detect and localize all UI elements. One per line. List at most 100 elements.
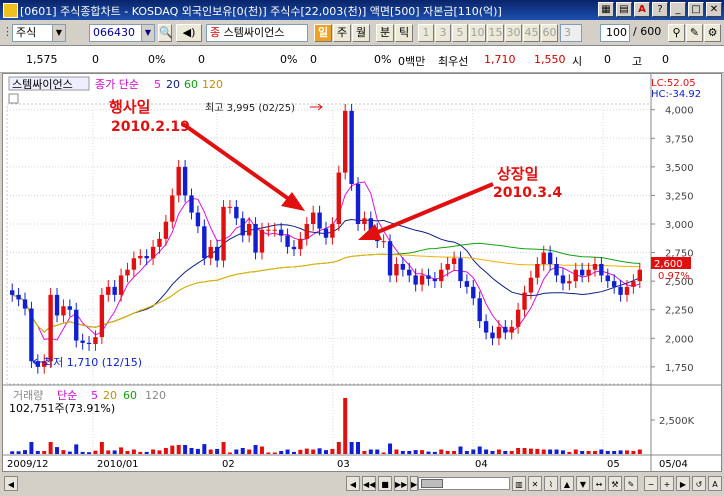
event2-title: 상장일 — [497, 165, 538, 183]
candle-body — [560, 275, 566, 284]
bar-chart-icon[interactable]: ▥ — [512, 476, 526, 491]
candle-body — [547, 252, 553, 264]
x-label-04: 04 — [475, 459, 488, 470]
count-input[interactable]: 100 — [600, 24, 630, 42]
candle-body — [355, 184, 361, 224]
code-input[interactable]: 066430 ▼ — [89, 24, 155, 42]
scroll-thumb[interactable] — [421, 479, 443, 488]
volume-bar — [618, 450, 623, 454]
minute-45-button[interactable]: 45 — [523, 24, 540, 42]
draw-icon[interactable]: ✎ — [624, 476, 638, 491]
period-minute-button[interactable]: 분 — [376, 24, 394, 42]
candle-body — [29, 308, 34, 362]
candle-body — [624, 286, 630, 295]
candle-body — [330, 224, 335, 238]
volume-bar — [119, 447, 124, 454]
window-controls: ▦ ▤ A ? _ □ ✕ — [598, 2, 722, 17]
volume-bar — [304, 448, 309, 454]
volume-bar — [35, 451, 40, 454]
x-label-05: 05 — [607, 459, 620, 470]
minute-30-button[interactable]: 30 — [505, 24, 522, 42]
settings-icon[interactable]: ⚙ — [704, 24, 721, 42]
minute-15-button[interactable]: 15 — [487, 24, 504, 42]
grip-icon: ⋮ — [2, 25, 13, 38]
chart-scrollbar[interactable] — [418, 477, 510, 490]
grid-icon[interactable]: ▤ — [616, 2, 632, 17]
play-back-icon[interactable]: ◀ — [346, 476, 360, 491]
candle-body — [176, 166, 181, 196]
period-week-button[interactable]: 주 — [333, 24, 351, 42]
candle-body — [214, 246, 220, 261]
scroll-left-icon[interactable]: ◀ — [4, 476, 18, 491]
candle-body — [535, 264, 540, 278]
y-tick-label: 3,000 — [665, 220, 694, 231]
candle-body — [349, 110, 354, 184]
rewind-icon[interactable]: ◀◀ — [362, 476, 376, 491]
candle-body — [74, 309, 79, 341]
title-bar: [0601] 주식종합차트 - KOSDAQ 외국인보유[0(천)] 주식수[2… — [0, 0, 724, 20]
fit-icon[interactable]: ↔ — [592, 476, 606, 491]
minute-10-button[interactable]: 10 — [469, 24, 486, 42]
expand-icon[interactable]: ▲ — [560, 476, 574, 491]
maximize-button[interactable]: □ — [688, 2, 704, 17]
play-icon[interactable]: ▶ — [410, 476, 418, 491]
candle-body — [541, 252, 546, 264]
quote-change-3: 0 — [310, 53, 317, 66]
y-tick-label: 2,000 — [665, 334, 694, 345]
stop-icon[interactable]: ■ — [378, 476, 392, 491]
close-button[interactable]: ✕ — [706, 2, 722, 17]
candle-body — [131, 258, 137, 270]
period-tick-button[interactable]: 틱 — [395, 24, 413, 42]
market-select[interactable]: 주식 ▼ — [12, 24, 66, 42]
candle-body — [157, 238, 162, 247]
volume-bar — [624, 450, 629, 454]
crosshair-icon[interactable] — [8, 93, 19, 104]
stock-tag-icon: 종 — [210, 26, 221, 39]
period-day-button[interactable]: 일 — [314, 24, 332, 42]
period-month-button[interactable]: 월 — [352, 24, 370, 42]
tool-icon[interactable]: ✎ — [686, 24, 703, 42]
tool-icon[interactable]: ⚒ — [608, 476, 622, 491]
candle-body — [246, 224, 252, 236]
price-chart[interactable]: 스템싸이언스 종가 단순 5 20 60 120 LC:52.05 HC:-34… — [3, 74, 721, 471]
reset-icon[interactable]: ↺ — [692, 476, 706, 491]
stock-name-box[interactable]: 종 스템싸이언스 — [206, 24, 308, 42]
zoom-out-icon[interactable]: − — [644, 476, 658, 491]
collapse-icon[interactable]: ▼ — [576, 476, 590, 491]
chart-toggle-icon[interactable]: ▦ — [598, 2, 614, 17]
candle-body — [99, 294, 105, 338]
candle-body — [323, 228, 329, 238]
scroll-right-icon[interactable]: ▶ — [676, 476, 690, 491]
volume-bar — [439, 449, 444, 454]
minute-3-button[interactable]: 3 — [435, 24, 451, 42]
minute-1-button[interactable]: 1 — [418, 24, 434, 42]
font-a-icon[interactable]: A — [634, 2, 650, 17]
app-icon — [3, 3, 18, 18]
cross-icon[interactable]: ✕ — [528, 476, 542, 491]
chart-panel[interactable]: 스템싸이언스 종가 단순 5 20 60 120 LC:52.05 HC:-34… — [2, 73, 722, 472]
minute-5-button[interactable]: 5 — [452, 24, 468, 42]
font-size-icon[interactable]: A — [708, 476, 722, 491]
volume-bar — [484, 449, 489, 454]
zoom-icon[interactable]: ⚲ — [668, 24, 685, 42]
high-value: 0 — [662, 53, 669, 66]
minimize-button[interactable]: _ — [670, 2, 686, 17]
volume-bar — [420, 450, 425, 454]
vol-legend-ma5: 5 — [91, 389, 98, 402]
bid-price: 1,550 — [534, 53, 566, 66]
legend-type: 종가 단순 — [95, 78, 139, 91]
volume-bar — [157, 450, 162, 454]
volume-bar — [394, 449, 399, 454]
time-label: 시 — [572, 55, 583, 68]
search-icon[interactable]: 🔍 — [158, 24, 173, 42]
candle-body — [86, 342, 92, 344]
candle-body — [182, 166, 188, 196]
fast-forward-icon[interactable]: ▶▶ — [394, 476, 408, 491]
custom-minute-select[interactable]: 3 — [560, 24, 582, 42]
minute-60-button[interactable]: 60 — [541, 24, 558, 42]
line-chart-icon[interactable]: ⌇ — [544, 476, 558, 491]
help-icon[interactable]: ? — [652, 2, 668, 17]
speaker-icon[interactable]: ◀) — [176, 24, 202, 42]
y-tick-label: 2,250 — [665, 306, 694, 317]
zoom-in-icon[interactable]: + — [660, 476, 674, 491]
